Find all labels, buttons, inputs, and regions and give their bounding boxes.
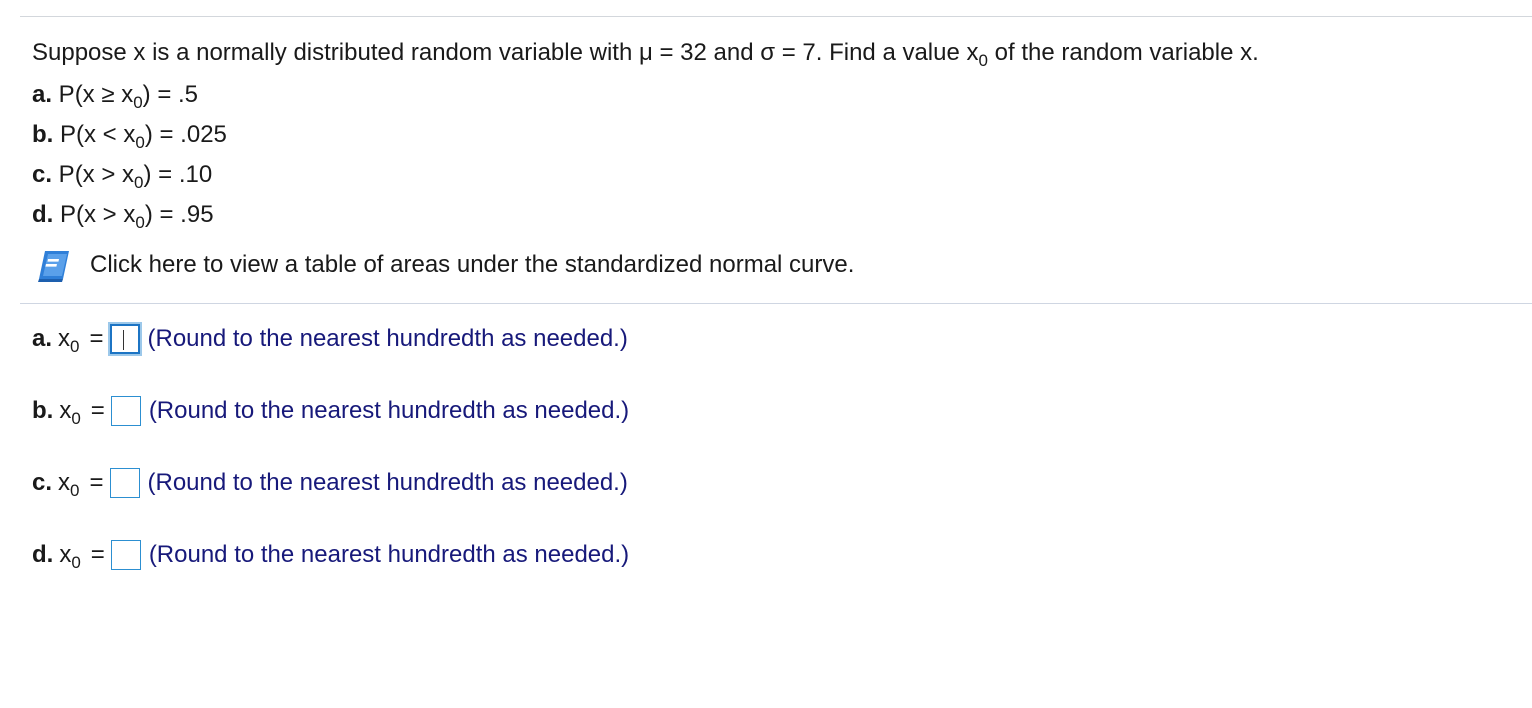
part-expression: P(x > x: [52, 161, 135, 188]
text-caret: [122, 330, 124, 350]
sigma-value: = 7. Find a value x: [775, 39, 979, 66]
rounding-hint: (Round to the nearest hundredth as neede…: [148, 397, 630, 424]
part-value: ) = .025: [144, 121, 227, 148]
table-link-text[interactable]: Click here to view a table of areas unde…: [90, 251, 854, 279]
answer-row-c: c. x0 = (Round to the nearest hundredth …: [32, 463, 628, 503]
answer-variable: x0: [59, 397, 81, 428]
part-a: a. P(x ≥ x0) = .5: [32, 80, 227, 120]
question-prefix: Suppose x is a normally distributed rand…: [32, 39, 639, 66]
part-value: ) = .10: [143, 161, 213, 188]
part-subscript: 0: [134, 173, 144, 192]
equals-sign: =: [90, 541, 105, 568]
equals-sign: =: [89, 469, 104, 496]
answer-input-a[interactable]: [109, 324, 140, 354]
question-text: Suppose x is a normally distributed rand…: [32, 38, 1259, 70]
question-subscript: 0: [978, 51, 988, 70]
part-label: d.: [32, 201, 54, 228]
answer-variable: x0: [58, 325, 80, 356]
part-label: c.: [32, 161, 53, 188]
rounding-hint: (Round to the nearest hundredth as neede…: [147, 469, 628, 496]
answer-input-b[interactable]: [110, 396, 141, 426]
answer-label: a.: [32, 325, 53, 352]
section-divider: [20, 303, 1532, 304]
part-expression: P(x > x: [53, 201, 136, 228]
answer-label: b.: [32, 397, 54, 424]
part-d: d. P(x > x0) = .95: [32, 200, 227, 240]
answer-label: d.: [32, 541, 54, 568]
equals-sign: =: [89, 325, 104, 352]
answer-variable: x0: [59, 541, 81, 572]
question-parts: a. P(x ≥ x0) = .5 b. P(x < x0) = .025 c.…: [32, 80, 227, 240]
part-label: a.: [32, 81, 53, 108]
rounding-hint: (Round to the nearest hundredth as neede…: [148, 541, 630, 568]
book-icon[interactable]: [36, 245, 76, 285]
part-value: ) = .5: [142, 81, 199, 108]
mu-symbol: μ: [638, 39, 653, 66]
part-expression: P(x ≥ x: [52, 81, 134, 108]
question-suffix: of the random variable x.: [987, 39, 1259, 66]
part-subscript: 0: [135, 133, 145, 152]
sigma-symbol: σ: [760, 39, 776, 66]
part-value: ) = .95: [144, 201, 214, 228]
normal-table-link[interactable]: Click here to view a table of areas unde…: [36, 244, 854, 286]
part-label: b.: [32, 121, 54, 148]
answer-row-a: a. x0 = (Round to the nearest hundredth …: [32, 319, 628, 359]
part-subscript: 0: [135, 213, 145, 232]
part-c: c. P(x > x0) = .10: [32, 160, 227, 200]
mu-value: = 32 and: [652, 39, 761, 66]
answer-row-d: d. x0 = (Round to the nearest hundredth …: [32, 535, 629, 575]
part-expression: P(x < x: [53, 121, 136, 148]
answer-row-b: b. x0 = (Round to the nearest hundredth …: [32, 391, 629, 431]
equals-sign: =: [90, 397, 105, 424]
rounding-hint: (Round to the nearest hundredth as neede…: [147, 325, 628, 352]
answer-input-c[interactable]: [109, 468, 140, 498]
part-b: b. P(x < x0) = .025: [32, 120, 227, 160]
answer-variable: x0: [58, 469, 80, 500]
answer-input-d[interactable]: [110, 540, 141, 570]
answer-label: c.: [32, 469, 53, 496]
top-divider: [20, 16, 1532, 17]
part-subscript: 0: [133, 93, 143, 112]
